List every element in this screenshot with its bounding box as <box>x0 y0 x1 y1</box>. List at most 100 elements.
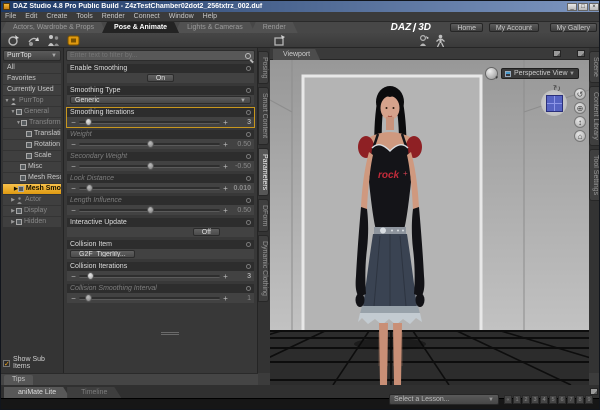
pan-control-icon[interactable]: ↕ <box>574 116 586 128</box>
tab-tool-settings[interactable]: Tool Settings <box>589 148 599 201</box>
slider-increment[interactable]: + <box>222 118 229 127</box>
sidebar-item-currently-used[interactable]: Currently Used <box>3 85 61 95</box>
tab-dynamic-clothing[interactable]: Dynamic Clothing <box>258 235 269 302</box>
collision-iterations-slider[interactable] <box>79 271 220 280</box>
param-options-icon[interactable] <box>246 110 251 115</box>
param-options-icon[interactable] <box>246 198 251 203</box>
menu-tools[interactable]: Tools <box>76 13 92 20</box>
tree-item-purrtop[interactable]: ▼ PurrTop <box>3 96 61 106</box>
show-sub-items-checkbox[interactable]: ✓ Show Sub Items <box>3 356 63 370</box>
lesson-pager-4[interactable]: 4 <box>540 395 548 404</box>
param-options-icon[interactable] <box>246 242 251 247</box>
menu-help[interactable]: Help <box>203 13 217 20</box>
enable-smoothing-toggle[interactable]: On <box>146 74 175 82</box>
checkbox-check-icon[interactable]: ✓ <box>3 359 10 368</box>
viewport-tab[interactable]: Viewport <box>273 49 320 60</box>
menu-file[interactable]: File <box>5 13 16 20</box>
param-options-icon[interactable] <box>246 286 251 291</box>
pane-menu-icon[interactable] <box>577 50 585 57</box>
slider-decrement[interactable]: − <box>70 272 77 281</box>
tab-render[interactable]: Render <box>251 22 298 33</box>
tab-timeline[interactable]: Timeline <box>67 387 121 398</box>
tab-posing[interactable]: Posing <box>258 51 269 85</box>
tab-dform[interactable]: DForm <box>258 198 269 233</box>
tab-actors-wardrobe-props[interactable]: Actors, Wardrobe & Props <box>1 22 106 33</box>
lesson-pager-prev[interactable]: « <box>504 395 512 404</box>
filter-input[interactable] <box>70 52 245 59</box>
param-options-icon[interactable] <box>246 220 251 225</box>
figure-pose-icon[interactable] <box>434 34 447 47</box>
smoothing-type-dropdown[interactable]: Generic ▼ <box>70 96 251 104</box>
menu-connect[interactable]: Connect <box>134 13 160 20</box>
maximize-button[interactable]: □ <box>578 2 588 11</box>
lesson-pager-6[interactable]: 6 <box>558 395 566 404</box>
title-bar[interactable]: DAZ Studio 4.8 Pro Public Build - Z4zTes… <box>1 1 599 12</box>
param-options-icon[interactable] <box>246 264 251 269</box>
frame-view-icon[interactable] <box>273 34 286 47</box>
view-cube-face[interactable] <box>545 94 563 112</box>
tree-item-actor[interactable]: ▶ Actor <box>3 195 61 205</box>
sidebar-item-favorites[interactable]: Favorites <box>3 74 61 84</box>
tree-item-general[interactable]: ▼ General <box>3 107 61 117</box>
collision-item-button[interactable]: G2F_Tigerlily... <box>70 250 135 258</box>
tab-scene[interactable]: Scene <box>589 51 599 83</box>
sidebar-item-all[interactable]: All <box>3 63 61 73</box>
rotate-tool-icon[interactable] <box>27 34 40 47</box>
select-lesson-dropdown[interactable]: Select a Lesson... ▼ <box>389 394 499 405</box>
slider-increment[interactable]: + <box>222 272 229 281</box>
close-button[interactable]: × <box>589 2 599 11</box>
camera-view-dropdown[interactable]: Perspective View ▼ <box>501 68 579 79</box>
slider-decrement[interactable]: − <box>70 118 77 127</box>
camera-lens-icon[interactable] <box>485 67 498 81</box>
tab-smart-content[interactable]: Smart Content <box>258 87 269 145</box>
menu-create[interactable]: Create <box>46 13 67 20</box>
tab-content-library[interactable]: Content Library <box>589 85 599 146</box>
tree-item-translation[interactable]: Translation <box>3 129 61 139</box>
active-tool-icon[interactable] <box>67 34 80 47</box>
lesson-pager-8[interactable]: 8 <box>576 395 584 404</box>
figures-tool-icon[interactable] <box>47 34 60 47</box>
lesson-pager-9[interactable]: 9 <box>585 395 593 404</box>
panel-resize-grip[interactable] <box>160 332 179 335</box>
param-options-icon[interactable] <box>246 176 251 181</box>
home-button[interactable]: Home <box>450 23 483 32</box>
param-options-icon[interactable] <box>246 88 251 93</box>
my-gallery-button[interactable]: My Gallery <box>549 23 597 32</box>
tab-parameters[interactable]: Parameters <box>258 147 269 196</box>
minimize-button[interactable]: _ <box>567 2 577 11</box>
zoom-control-icon[interactable]: ⊕ <box>574 102 586 114</box>
menu-edit[interactable]: Edit <box>25 13 37 20</box>
tree-item-mesh-smoothing[interactable]: ▶ Mesh Smoothing <box>3 184 61 194</box>
interactive-update-toggle[interactable]: Off <box>192 228 220 236</box>
tree-item-hidden[interactable]: ▶ Hidden <box>3 217 61 227</box>
tree-item-misc[interactable]: Misc <box>3 162 61 172</box>
menu-window[interactable]: Window <box>169 13 194 20</box>
tab-pose-animate[interactable]: Pose & Animate <box>102 22 179 33</box>
tree-item-display[interactable]: ▶ Display <box>3 206 61 216</box>
param-options-icon[interactable] <box>246 66 251 71</box>
lesson-pager-7[interactable]: 7 <box>567 395 575 404</box>
param-options-icon[interactable] <box>246 154 251 159</box>
aim-at-figure-icon[interactable] <box>417 34 430 47</box>
view-cube[interactable] <box>541 90 567 116</box>
home-view-icon[interactable]: ⌂ <box>574 130 586 142</box>
smoothing-iterations-slider[interactable] <box>79 117 220 126</box>
tree-item-transforms[interactable]: ▼ Transforms <box>3 118 61 128</box>
tips-tab[interactable]: Tips <box>4 375 33 385</box>
viewport-canvas[interactable]: rock + ▾ Perspective View ▼ ↺ ⊕ ↕ ⌂ <box>270 60 589 385</box>
lesson-pager-2[interactable]: 2 <box>522 395 530 404</box>
pane-dock-icon[interactable] <box>553 50 561 57</box>
tree-item-rotation[interactable]: Rotation <box>3 140 61 150</box>
lesson-pager-3[interactable]: 3 <box>531 395 539 404</box>
param-options-icon[interactable] <box>246 132 251 137</box>
tab-lights-cameras[interactable]: Lights & Cameras <box>175 22 255 33</box>
tab-animate-lite[interactable]: aniMate Lite <box>4 387 70 398</box>
menu-render[interactable]: Render <box>102 13 125 20</box>
lesson-pager-5[interactable]: 5 <box>549 395 557 404</box>
slider-handle[interactable] <box>87 271 95 280</box>
figure-scope-dropdown[interactable]: PurrTop ▼ <box>3 50 61 61</box>
node-selection-tool-icon[interactable] <box>7 34 20 47</box>
my-account-button[interactable]: My Account <box>488 23 539 32</box>
lesson-pager-1[interactable]: 1 <box>513 395 521 404</box>
tree-item-scale[interactable]: Scale <box>3 151 61 161</box>
